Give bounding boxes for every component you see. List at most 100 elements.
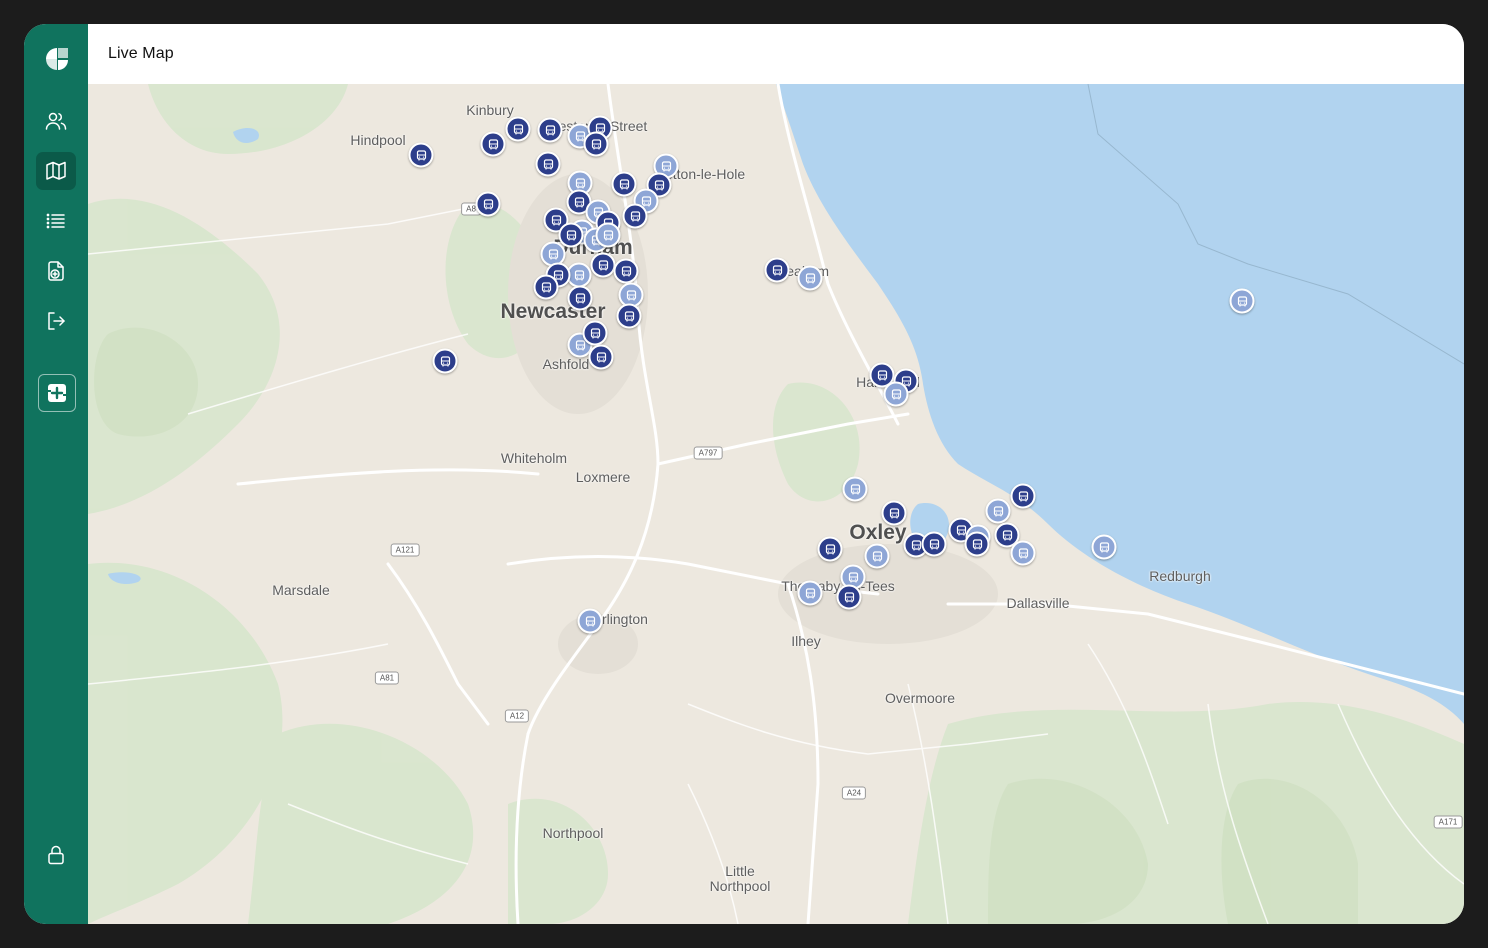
bus-marker[interactable] — [797, 580, 823, 606]
bus-icon — [591, 138, 601, 149]
bus-icon — [575, 177, 585, 188]
bus-marker[interactable] — [836, 584, 862, 610]
bus-icon — [772, 264, 782, 275]
bus-marker[interactable] — [582, 320, 608, 346]
bus-marker[interactable] — [883, 381, 909, 407]
bus-marker[interactable] — [613, 258, 639, 284]
bus-marker[interactable] — [505, 116, 531, 142]
place-label: Dallasville — [1006, 595, 1070, 611]
bus-marker[interactable] — [817, 536, 843, 562]
bus-icon — [872, 550, 882, 561]
lock-icon — [48, 845, 64, 865]
bus-icon — [585, 615, 595, 626]
bus-marker[interactable] — [881, 500, 907, 526]
bus-marker[interactable] — [432, 348, 458, 374]
file-plus-icon — [48, 261, 64, 281]
sidebar-item-users[interactable] — [36, 102, 76, 140]
place-label: Northpool — [542, 825, 604, 841]
bus-icon — [1018, 490, 1028, 501]
bus-marker[interactable] — [622, 203, 648, 229]
bus-marker[interactable] — [764, 257, 790, 283]
sidebar-item-logout[interactable] — [36, 302, 76, 340]
main-content: Live Map Kinbury Hindpool Hetton-le-Hole… — [88, 24, 1464, 924]
page-title: Live Map — [108, 45, 174, 62]
road-shield: A24 — [841, 786, 867, 800]
bus-icon — [488, 138, 498, 149]
bus-marker[interactable] — [408, 142, 434, 168]
bus-icon — [891, 388, 901, 399]
bus-icon — [575, 339, 585, 350]
bus-marker[interactable] — [985, 498, 1011, 524]
bus-icon — [626, 289, 636, 300]
bus-marker[interactable] — [480, 131, 506, 157]
bus-icon — [603, 229, 613, 240]
bus-icon — [1018, 547, 1028, 558]
bus-icon — [848, 571, 858, 582]
bus-marker[interactable] — [1010, 540, 1036, 566]
bus-icon — [483, 198, 493, 209]
bus-marker[interactable] — [588, 344, 614, 370]
bus-icon — [805, 587, 815, 598]
logout-icon — [48, 312, 65, 330]
bus-icon — [877, 369, 887, 380]
map-base — [88, 84, 1464, 924]
bus-marker[interactable] — [567, 285, 593, 311]
bus-icon — [972, 538, 982, 549]
place-label: Ashfold — [542, 356, 590, 372]
square-plus-icon — [48, 384, 66, 402]
bus-icon — [805, 272, 815, 283]
bus-marker[interactable] — [535, 151, 561, 177]
lock-button[interactable] — [36, 836, 76, 874]
place-label: Redburgh — [1149, 568, 1211, 584]
app-window: Live Map Kinbury Hindpool Hetton-le-Hole… — [24, 24, 1464, 924]
bus-marker[interactable] — [537, 117, 563, 143]
bus-icon — [630, 210, 640, 221]
place-label: Ilhey — [791, 633, 821, 649]
bus-icon — [1002, 529, 1012, 540]
map-icon — [46, 161, 66, 180]
bus-icon — [911, 539, 921, 550]
bus-icon — [551, 214, 561, 225]
sidebar-item-add-document[interactable] — [36, 252, 76, 290]
bus-marker[interactable] — [964, 531, 990, 557]
road-shield: A797 — [693, 446, 723, 460]
bus-marker[interactable] — [533, 274, 559, 300]
live-map[interactable]: Kinbury Hindpool Chester-le-Street Hetto… — [88, 84, 1464, 924]
sidebar-item-map[interactable] — [36, 152, 76, 190]
place-label: Kinbury — [466, 102, 514, 118]
bus-icon — [889, 507, 899, 518]
bus-icon — [1099, 541, 1109, 552]
bus-marker[interactable] — [921, 531, 947, 557]
bus-marker[interactable] — [1229, 288, 1255, 314]
bus-marker[interactable] — [595, 222, 621, 248]
bus-icon — [619, 178, 629, 189]
bus-icon — [850, 483, 860, 494]
bus-icon — [596, 351, 606, 362]
bus-marker[interactable] — [797, 265, 823, 291]
sidebar-item-plugin[interactable] — [38, 374, 76, 412]
bus-icon — [1237, 295, 1247, 306]
bus-icon — [624, 310, 634, 321]
sidebar-item-list[interactable] — [36, 202, 76, 240]
bus-marker[interactable] — [842, 476, 868, 502]
bus-marker[interactable] — [616, 303, 642, 329]
place-label: Marsdale — [272, 582, 330, 598]
place-label: Little Northpool — [709, 863, 771, 894]
bus-marker[interactable] — [475, 191, 501, 217]
bus-icon — [545, 124, 555, 135]
bus-marker[interactable] — [1010, 483, 1036, 509]
bus-marker[interactable] — [577, 608, 603, 634]
sidebar — [24, 24, 88, 924]
bus-marker[interactable] — [864, 543, 890, 569]
bus-icon — [929, 538, 939, 549]
road-shield: A171 — [1433, 815, 1463, 829]
bus-marker[interactable] — [1091, 534, 1117, 560]
bus-icon — [541, 281, 551, 292]
bus-marker[interactable] — [558, 222, 584, 248]
bus-marker[interactable] — [611, 171, 637, 197]
bus-icon — [993, 505, 1003, 516]
top-bar: Live Map — [88, 24, 1464, 84]
bus-marker[interactable] — [590, 252, 616, 278]
bus-marker[interactable] — [583, 131, 609, 157]
bus-icon — [566, 229, 576, 240]
